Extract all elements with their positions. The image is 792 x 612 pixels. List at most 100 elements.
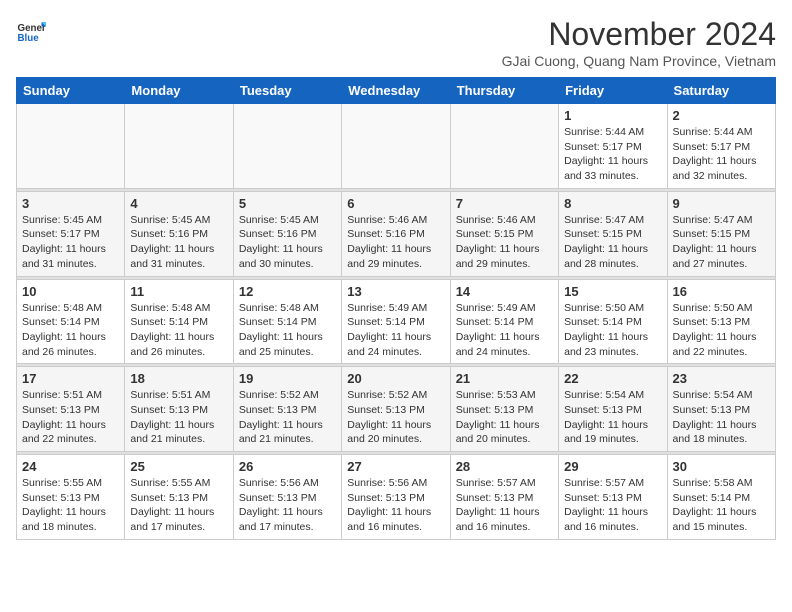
day-number: 14 [456,284,553,299]
calendar-cell-w5-d0: 24 Sunrise: 5:55 AM Sunset: 5:13 PM Dayli… [17,455,125,540]
calendar-cell-w2-d5: 8 Sunrise: 5:47 AM Sunset: 5:15 PM Daylig… [559,191,667,276]
day-number: 25 [130,459,227,474]
day-info: Sunrise: 5:49 AM Sunset: 5:14 PM Dayligh… [347,301,444,360]
day-number: 3 [22,196,119,211]
week-row-4: 17 Sunrise: 5:51 AM Sunset: 5:13 PM Dayli… [17,367,776,452]
calendar-cell-w5-d3: 27 Sunrise: 5:56 AM Sunset: 5:13 PM Dayli… [342,455,450,540]
day-info: Sunrise: 5:54 AM Sunset: 5:13 PM Dayligh… [673,388,770,447]
calendar-cell-w2-d0: 3 Sunrise: 5:45 AM Sunset: 5:17 PM Daylig… [17,191,125,276]
logo-icon: General Blue [16,16,46,46]
day-info: Sunrise: 5:45 AM Sunset: 5:16 PM Dayligh… [130,213,227,272]
day-number: 20 [347,371,444,386]
day-info: Sunrise: 5:48 AM Sunset: 5:14 PM Dayligh… [239,301,336,360]
location: GJai Cuong, Quang Nam Province, Vietnam [502,53,776,69]
calendar-cell-w1-d1 [125,104,233,189]
day-info: Sunrise: 5:58 AM Sunset: 5:14 PM Dayligh… [673,476,770,535]
calendar-cell-w3-d4: 14 Sunrise: 5:49 AM Sunset: 5:14 PM Dayli… [450,279,558,364]
day-number: 12 [239,284,336,299]
weekday-thursday: Thursday [450,78,558,104]
day-info: Sunrise: 5:57 AM Sunset: 5:13 PM Dayligh… [564,476,661,535]
calendar-cell-w1-d4 [450,104,558,189]
day-number: 9 [673,196,770,211]
day-number: 11 [130,284,227,299]
day-number: 4 [130,196,227,211]
weekday-wednesday: Wednesday [342,78,450,104]
day-number: 27 [347,459,444,474]
day-info: Sunrise: 5:47 AM Sunset: 5:15 PM Dayligh… [564,213,661,272]
day-number: 16 [673,284,770,299]
calendar-cell-w1-d3 [342,104,450,189]
day-number: 29 [564,459,661,474]
day-info: Sunrise: 5:46 AM Sunset: 5:15 PM Dayligh… [456,213,553,272]
day-info: Sunrise: 5:44 AM Sunset: 5:17 PM Dayligh… [564,125,661,184]
day-number: 10 [22,284,119,299]
day-number: 22 [564,371,661,386]
calendar-cell-w2-d3: 6Sunrise: 5:46 AM Sunset: 5:16 PM Daylig… [342,191,450,276]
weekday-sunday: Sunday [17,78,125,104]
week-row-2: 3 Sunrise: 5:45 AM Sunset: 5:17 PM Daylig… [17,191,776,276]
day-info: Sunrise: 5:45 AM Sunset: 5:17 PM Dayligh… [22,213,119,272]
weekday-header-row: SundayMondayTuesdayWednesdayThursdayFrid… [17,78,776,104]
day-info: Sunrise: 5:49 AM Sunset: 5:14 PM Dayligh… [456,301,553,360]
day-info: Sunrise: 5:57 AM Sunset: 5:13 PM Dayligh… [456,476,553,535]
calendar-cell-w4-d3: 20 Sunrise: 5:52 AM Sunset: 5:13 PM Dayli… [342,367,450,452]
calendar-cell-w5-d6: 30 Sunrise: 5:58 AM Sunset: 5:14 PM Dayli… [667,455,775,540]
page-header: General Blue November 2024 GJai Cuong, Q… [16,16,776,69]
weekday-tuesday: Tuesday [233,78,341,104]
day-number: 26 [239,459,336,474]
day-info: Sunrise: 5:48 AM Sunset: 5:14 PM Dayligh… [22,301,119,360]
day-number: 19 [239,371,336,386]
calendar-cell-w1-d0 [17,104,125,189]
day-number: 21 [456,371,553,386]
day-info: Sunrise: 5:54 AM Sunset: 5:13 PM Dayligh… [564,388,661,447]
calendar-table: SundayMondayTuesdayWednesdayThursdayFrid… [16,77,776,540]
calendar-cell-w2-d2: 5 Sunrise: 5:45 AM Sunset: 5:16 PM Daylig… [233,191,341,276]
day-info: Sunrise: 5:55 AM Sunset: 5:13 PM Dayligh… [22,476,119,535]
calendar-cell-w2-d4: 7Sunrise: 5:46 AM Sunset: 5:15 PM Daylig… [450,191,558,276]
day-number: 5 [239,196,336,211]
calendar-cell-w4-d5: 22 Sunrise: 5:54 AM Sunset: 5:13 PM Dayli… [559,367,667,452]
day-info: Sunrise: 5:56 AM Sunset: 5:13 PM Dayligh… [347,476,444,535]
day-info: Sunrise: 5:55 AM Sunset: 5:13 PM Dayligh… [130,476,227,535]
calendar-cell-w2-d6: 9Sunrise: 5:47 AM Sunset: 5:15 PM Daylig… [667,191,775,276]
day-info: Sunrise: 5:56 AM Sunset: 5:13 PM Dayligh… [239,476,336,535]
calendar-cell-w5-d1: 25 Sunrise: 5:55 AM Sunset: 5:13 PM Dayli… [125,455,233,540]
day-number: 30 [673,459,770,474]
day-number: 18 [130,371,227,386]
day-info: Sunrise: 5:52 AM Sunset: 5:13 PM Dayligh… [239,388,336,447]
calendar-cell-w4-d1: 18 Sunrise: 5:51 AM Sunset: 5:13 PM Dayli… [125,367,233,452]
day-info: Sunrise: 5:50 AM Sunset: 5:13 PM Dayligh… [673,301,770,360]
day-number: 1 [564,108,661,123]
day-number: 13 [347,284,444,299]
weekday-friday: Friday [559,78,667,104]
calendar-cell-w1-d5: 1 Sunrise: 5:44 AM Sunset: 5:17 PM Daylig… [559,104,667,189]
calendar-cell-w3-d1: 11Sunrise: 5:48 AM Sunset: 5:14 PM Dayli… [125,279,233,364]
day-number: 6 [347,196,444,211]
day-info: Sunrise: 5:52 AM Sunset: 5:13 PM Dayligh… [347,388,444,447]
calendar-cell-w1-d2 [233,104,341,189]
day-number: 15 [564,284,661,299]
day-number: 28 [456,459,553,474]
calendar-cell-w2-d1: 4 Sunrise: 5:45 AM Sunset: 5:16 PM Daylig… [125,191,233,276]
title-section: November 2024 GJai Cuong, Quang Nam Prov… [502,16,776,69]
calendar-cell-w3-d6: 16 Sunrise: 5:50 AM Sunset: 5:13 PM Dayli… [667,279,775,364]
weekday-monday: Monday [125,78,233,104]
calendar-cell-w5-d5: 29 Sunrise: 5:57 AM Sunset: 5:13 PM Dayli… [559,455,667,540]
calendar-cell-w4-d2: 19 Sunrise: 5:52 AM Sunset: 5:13 PM Dayli… [233,367,341,452]
week-row-5: 24 Sunrise: 5:55 AM Sunset: 5:13 PM Dayli… [17,455,776,540]
day-number: 2 [673,108,770,123]
calendar-cell-w3-d2: 12 Sunrise: 5:48 AM Sunset: 5:14 PM Dayli… [233,279,341,364]
week-row-3: 10 Sunrise: 5:48 AM Sunset: 5:14 PM Dayli… [17,279,776,364]
day-number: 24 [22,459,119,474]
day-info: Sunrise: 5:51 AM Sunset: 5:13 PM Dayligh… [130,388,227,447]
day-number: 23 [673,371,770,386]
calendar-cell-w3-d3: 13 Sunrise: 5:49 AM Sunset: 5:14 PM Dayli… [342,279,450,364]
day-info: Sunrise: 5:50 AM Sunset: 5:14 PM Dayligh… [564,301,661,360]
week-row-1: 1 Sunrise: 5:44 AM Sunset: 5:17 PM Daylig… [17,104,776,189]
day-number: 8 [564,196,661,211]
day-info: Sunrise: 5:51 AM Sunset: 5:13 PM Dayligh… [22,388,119,447]
day-info: Sunrise: 5:45 AM Sunset: 5:16 PM Dayligh… [239,213,336,272]
day-number: 17 [22,371,119,386]
calendar-cell-w5-d4: 28 Sunrise: 5:57 AM Sunset: 5:13 PM Dayli… [450,455,558,540]
calendar-cell-w1-d6: 2Sunrise: 5:44 AM Sunset: 5:17 PM Daylig… [667,104,775,189]
